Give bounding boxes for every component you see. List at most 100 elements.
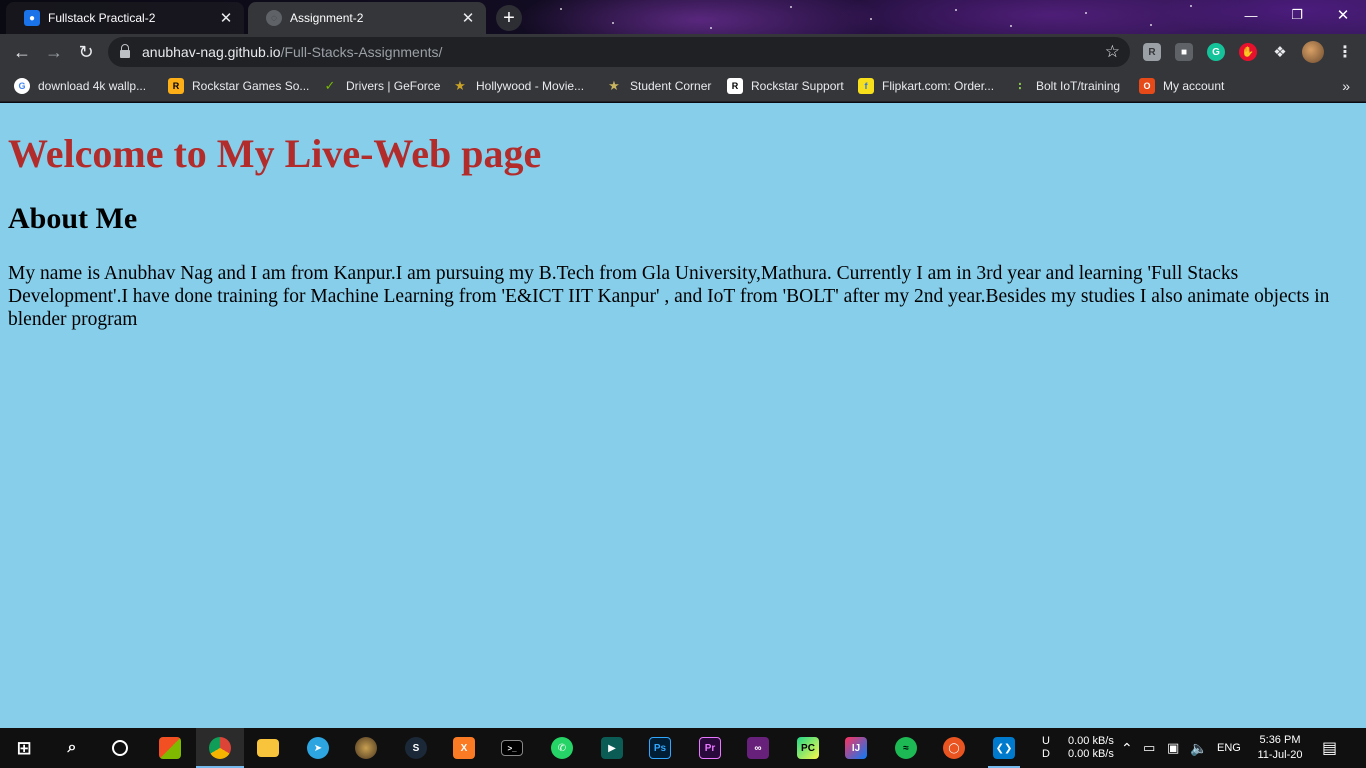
- about-paragraph: My name is Anubhav Nag and I am from Kan…: [8, 263, 1330, 330]
- url-path: /Full-Stacks-Assignments/: [280, 44, 443, 60]
- search-icon: ⌕: [67, 739, 77, 756]
- taskbar-app-photoshop[interactable]: Ps: [636, 728, 684, 768]
- filmora-icon: ▶: [601, 737, 623, 759]
- taskbar-app-filmora[interactable]: ▶: [588, 728, 636, 768]
- tab-assignment-2[interactable]: ◌ Assignment-2 ✕: [248, 2, 486, 34]
- bookmark-label: Rockstar Support: [751, 79, 844, 93]
- xampp-icon: X: [453, 737, 475, 759]
- taskbar-app-steam[interactable]: S: [392, 728, 440, 768]
- pycharm-icon: PC: [797, 737, 819, 759]
- taskbar-app-vscode[interactable]: ❮❯: [980, 728, 1028, 768]
- taskbar-app-chrome[interactable]: [196, 728, 244, 768]
- nvidia-icon: ✓: [324, 78, 336, 93]
- bookmark-label: Drivers | GeForce: [346, 79, 441, 93]
- back-button[interactable]: ←: [8, 38, 36, 66]
- taskbar-app-telegram[interactable]: ➤: [294, 728, 342, 768]
- bookmark-label: download 4k wallp...: [38, 79, 147, 93]
- bookmark-item[interactable]: ∶ Bolt IoT/training: [1012, 76, 1120, 96]
- language-indicator[interactable]: ENG: [1217, 728, 1241, 768]
- taskbar-app-store[interactable]: [146, 728, 194, 768]
- bookmark-item[interactable]: O My account: [1139, 76, 1224, 96]
- bookmark-item[interactable]: f Flipkart.com: Order...: [858, 76, 994, 96]
- adblock-icon[interactable]: ✋: [1239, 43, 1257, 61]
- bookmarks-overflow-icon[interactable]: »: [1342, 78, 1350, 94]
- close-tab-icon[interactable]: ✕: [218, 10, 234, 27]
- network-icon[interactable]: ▣: [1167, 728, 1179, 768]
- telegram-icon: ➤: [307, 737, 329, 759]
- bookmark-star-icon[interactable]: ☆: [1105, 42, 1120, 62]
- chrome-icon: [209, 737, 231, 759]
- taskbar-app-visual-studio[interactable]: ∞: [734, 728, 782, 768]
- taskbar-app-spotify[interactable]: ≈: [882, 728, 930, 768]
- download-label: D: [1042, 748, 1050, 760]
- bookmark-label: My account: [1163, 79, 1225, 93]
- flipkart-icon: f: [858, 78, 874, 94]
- taskbar-app-game[interactable]: [342, 728, 390, 768]
- download-speed: 0.00 kB/s: [1068, 748, 1114, 760]
- whatsapp-icon: ✆: [551, 737, 573, 759]
- rockstar-support-icon: R: [727, 78, 743, 94]
- tab-title: Assignment-2: [290, 11, 364, 25]
- google-icon: G: [14, 78, 30, 94]
- bookmark-label: Rockstar Games So...: [192, 79, 310, 93]
- bookmark-item[interactable]: ★ Hollywood - Movie...: [452, 76, 584, 96]
- bookmark-item[interactable]: R Rockstar Support: [727, 76, 844, 96]
- bookmark-item[interactable]: ★ Student Corner: [606, 76, 711, 96]
- battery-icon[interactable]: ▭: [1143, 728, 1155, 768]
- bookmark-item[interactable]: R Rockstar Games So...: [168, 76, 309, 96]
- volume-icon[interactable]: 🔈: [1190, 728, 1207, 768]
- browser-toolbar: ← → ↻ anubhav-nag.github.io/Full-Stacks-…: [0, 34, 1366, 70]
- notifications-icon[interactable]: ▤: [1322, 728, 1337, 768]
- taskbar-app-terminal[interactable]: >_: [488, 728, 536, 768]
- terminal-icon: >_: [501, 740, 523, 756]
- intellij-icon: IJ: [845, 737, 867, 759]
- new-tab-button[interactable]: +: [496, 5, 522, 31]
- forward-button[interactable]: →: [40, 38, 68, 66]
- address-bar[interactable]: anubhav-nag.github.io/Full-Stacks-Assign…: [108, 37, 1130, 67]
- clock[interactable]: 5:36 PM 11-Jul-20: [1254, 728, 1306, 768]
- reload-button[interactable]: ↻: [72, 38, 100, 66]
- taskbar-app-ubuntu[interactable]: ◯: [930, 728, 978, 768]
- taskbar-app-xampp[interactable]: X: [440, 728, 488, 768]
- extensions-puzzle-icon[interactable]: ❖: [1271, 43, 1289, 61]
- show-hidden-icons-button[interactable]: ⌃: [1121, 728, 1133, 768]
- minimize-button[interactable]: —: [1228, 0, 1274, 30]
- bookmark-label: Hollywood - Movie...: [476, 79, 585, 93]
- vscode-icon: ❮❯: [993, 737, 1015, 759]
- windows-icon: ⊞: [16, 737, 32, 758]
- web-page: Welcome to My Live-Web page About Me My …: [0, 103, 1366, 728]
- close-tab-icon[interactable]: ✕: [460, 10, 476, 27]
- page-title: Welcome to My Live-Web page: [8, 131, 542, 176]
- extension-icon[interactable]: R: [1143, 43, 1161, 61]
- bookmark-item[interactable]: ✓ Drivers | GeForce: [322, 76, 441, 96]
- bookmark-label: Flipkart.com: Order...: [882, 79, 995, 93]
- upload-speed: 0.00 kB/s: [1068, 735, 1114, 747]
- close-window-button[interactable]: ✕: [1320, 0, 1366, 30]
- bookmarks-bar: G download 4k wallp... R Rockstar Games …: [0, 70, 1366, 102]
- store-icon: [159, 737, 181, 759]
- start-button[interactable]: ⊞: [0, 728, 48, 768]
- globe-icon: ◌: [266, 10, 282, 26]
- search-button[interactable]: ⌕: [48, 728, 96, 768]
- taskbar-app-pycharm[interactable]: PC: [784, 728, 832, 768]
- game-icon: [355, 737, 377, 759]
- tab-title: Fullstack Practical-2: [48, 11, 156, 25]
- taskbar-app-intellij[interactable]: IJ: [832, 728, 880, 768]
- restore-button[interactable]: ❐: [1274, 0, 1320, 30]
- menu-icon[interactable]: ⋮: [1336, 43, 1354, 61]
- steam-icon: S: [405, 737, 427, 759]
- windows-taskbar: ⊞ ⌕ ➤ S X >_ ✆ ▶ Ps Pr ∞ PC IJ ≈ ◯ ❮❯ U …: [0, 728, 1366, 768]
- grammarly-icon[interactable]: G: [1207, 43, 1225, 61]
- tab-fullstack-practical[interactable]: ● Fullstack Practical-2 ✕: [6, 2, 244, 34]
- taskbar-app-file-explorer[interactable]: [244, 728, 292, 768]
- taskbar-app-whatsapp[interactable]: ✆: [538, 728, 586, 768]
- taskbar-app-premiere[interactable]: Pr: [686, 728, 734, 768]
- extension-cube-icon[interactable]: ■: [1175, 43, 1193, 61]
- spotify-icon: ≈: [895, 737, 917, 759]
- avatar[interactable]: [1302, 41, 1324, 63]
- bookmark-label: Bolt IoT/training: [1036, 79, 1121, 93]
- bookmark-item[interactable]: G download 4k wallp...: [14, 76, 146, 96]
- upload-label: U: [1042, 735, 1050, 747]
- url-host: anubhav-nag.github.io: [142, 44, 281, 60]
- cortana-button[interactable]: [96, 728, 144, 768]
